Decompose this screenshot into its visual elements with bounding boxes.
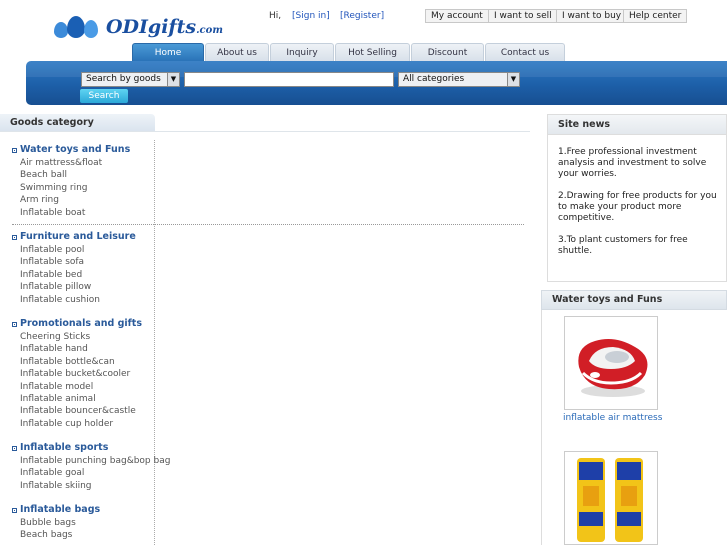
tab-discount[interactable]: Discount	[411, 43, 484, 61]
want-to-sell-button[interactable]: I want to sell	[488, 9, 558, 23]
site-news-list: 1.Free professional investment analysis …	[548, 135, 726, 257]
category-item[interactable]: Cheering Sticks	[20, 331, 142, 343]
category-item[interactable]: Inflatable punching bag&bop bag	[20, 455, 170, 467]
news-item[interactable]: 1.Free professional investment analysis …	[558, 147, 718, 180]
site-news-title: Site news	[548, 115, 726, 135]
category-item[interactable]: Inflatable bottle&can	[20, 356, 142, 368]
category-item[interactable]: Inflatable animal	[20, 393, 142, 405]
category-group: Water toys and Funs Air mattress&float B…	[12, 143, 130, 219]
product-image-2	[565, 452, 657, 544]
category-item[interactable]: Inflatable sofa	[20, 256, 136, 268]
category-group: Inflatable sports Inflatable punching ba…	[12, 441, 170, 492]
bullet-icon	[12, 507, 17, 513]
want-to-buy-button[interactable]: I want to buy	[556, 9, 628, 23]
site-news-box: Site news 1.Free professional investment…	[547, 114, 727, 282]
main-nav: Home About us Inquiry Hot Selling Discou…	[132, 43, 566, 61]
divider	[12, 224, 524, 225]
category-item[interactable]: Inflatable boat	[20, 207, 130, 219]
search-input[interactable]	[184, 72, 394, 87]
category-group: Inflatable bags Bubble bags Beach bags	[12, 503, 100, 542]
category-item[interactable]: Inflatable goal	[20, 467, 170, 479]
register-link[interactable]: [Register]	[340, 11, 384, 21]
category-item[interactable]: Inflatable pool	[20, 244, 136, 256]
tab-inquiry[interactable]: Inquiry	[270, 43, 334, 61]
category-item[interactable]: Inflatable cushion	[20, 294, 136, 306]
category-item[interactable]: Inflatable pillow	[20, 281, 136, 293]
category-item[interactable]: Arm ring	[20, 194, 130, 206]
category-panel-title: Goods category	[0, 114, 155, 132]
my-account-button[interactable]: My account	[425, 9, 489, 23]
category-item[interactable]: Inflatable bed	[20, 269, 136, 281]
category-item[interactable]: Swimming ring	[20, 182, 130, 194]
greeting-text: Hi,	[269, 11, 282, 21]
tab-home[interactable]: Home	[132, 43, 204, 61]
search-mode-select[interactable]: Search by goods ▼	[81, 72, 180, 87]
category-item[interactable]: Inflatable bouncer&castle	[20, 405, 142, 417]
category-group-title[interactable]: Promotionals and gifts	[12, 317, 142, 331]
product-image[interactable]	[564, 451, 658, 545]
category-item[interactable]: Inflatable model	[20, 381, 142, 393]
category-item[interactable]: Inflatable cup holder	[20, 418, 142, 430]
tab-hot-selling[interactable]: Hot Selling	[335, 43, 410, 61]
tab-about-us[interactable]: About us	[205, 43, 269, 61]
chevron-down-icon: ▼	[507, 73, 519, 86]
bullet-icon	[12, 321, 17, 327]
category-group-title[interactable]: Inflatable bags	[12, 503, 100, 517]
category-item[interactable]: Beach bags	[20, 529, 100, 541]
category-item[interactable]: Inflatable bucket&cooler	[20, 368, 142, 380]
chevron-down-icon: ▼	[167, 73, 179, 86]
bullet-icon	[12, 147, 17, 153]
category-group: Furniture and Leisure Inflatable pool In…	[12, 230, 136, 306]
water-drops-logo-icon	[54, 14, 104, 40]
help-center-button[interactable]: Help center	[623, 9, 688, 23]
news-item[interactable]: 2.Drawing for free products for you to m…	[558, 191, 718, 224]
divider	[0, 131, 530, 132]
product-link[interactable]: inflatable air mattress	[563, 413, 662, 423]
bullet-icon	[12, 445, 17, 451]
featured-title: Water toys and Funs	[541, 290, 727, 310]
category-group-title[interactable]: Furniture and Leisure	[12, 230, 136, 244]
category-item[interactable]: Beach ball	[20, 169, 130, 181]
product-image[interactable]	[564, 316, 658, 410]
category-item[interactable]: Bubble bags	[20, 517, 100, 529]
sign-in-link[interactable]: [Sign in]	[292, 11, 330, 21]
category-item[interactable]: Air mattress&float	[20, 157, 130, 169]
category-group-title[interactable]: Water toys and Funs	[12, 143, 130, 157]
search-button[interactable]: Search	[80, 89, 128, 103]
site-logo[interactable]: ODIgifts.com	[54, 14, 223, 40]
category-item[interactable]: Inflatable hand	[20, 343, 142, 355]
category-group: Promotionals and gifts Cheering Sticks I…	[12, 317, 142, 430]
category-item[interactable]: Inflatable skiing	[20, 480, 170, 492]
tab-contact-us[interactable]: Contact us	[485, 43, 565, 61]
category-group-title[interactable]: Inflatable sports	[12, 441, 170, 455]
air-mattress-image	[565, 317, 657, 409]
news-item[interactable]: 3.To plant customers for free shuttle.	[558, 235, 718, 257]
category-select[interactable]: All categories ▼	[398, 72, 520, 87]
bullet-icon	[12, 234, 17, 240]
